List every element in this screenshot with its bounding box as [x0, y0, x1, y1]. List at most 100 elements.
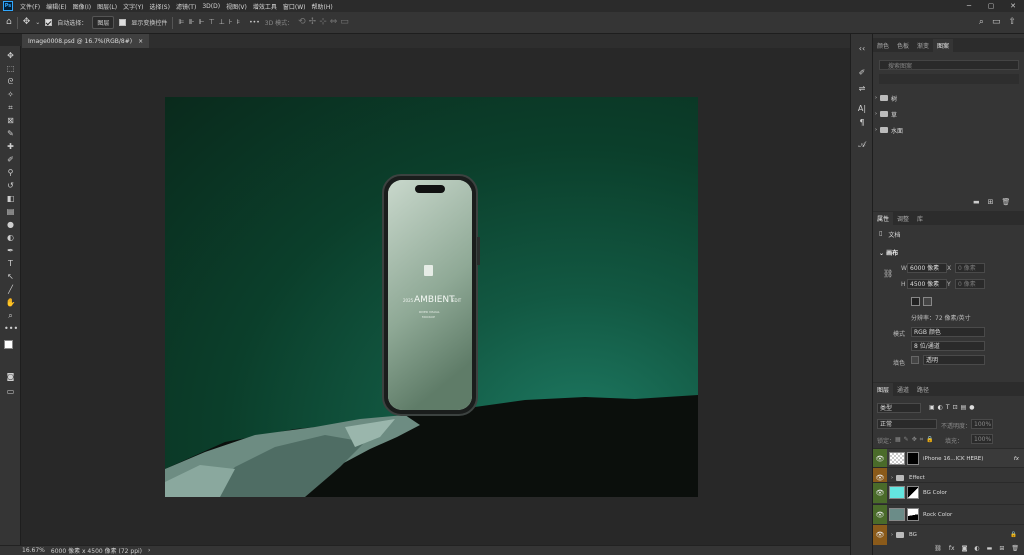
new-pattern-icon[interactable]: ⊞ [988, 198, 994, 206]
eyedropper-icon[interactable]: ✎ [4, 128, 17, 139]
menu-image[interactable]: 图像(I) [70, 2, 94, 11]
maximize-button[interactable]: ▢ [980, 2, 1002, 10]
tab-gradients[interactable]: 渐变 [913, 39, 933, 52]
pen-tool-icon[interactable]: ✒ [4, 245, 17, 256]
fill-swatch[interactable] [911, 356, 919, 364]
depth-dropdown[interactable]: 8 位/通道 [911, 341, 985, 351]
tab-layers[interactable]: 图层 [873, 383, 894, 396]
glyphs-icon[interactable]: 𝒜 [856, 140, 868, 150]
menu-plugins[interactable]: 增效工具 [250, 2, 280, 11]
expand-arrow-icon[interactable]: › [891, 532, 893, 538]
visibility-eye-icon[interactable]: 👁 [873, 448, 887, 469]
menu-help[interactable]: 帮助(H) [309, 2, 336, 11]
expand-arrow-icon[interactable]: › [891, 475, 893, 481]
fx-badge[interactable]: fx [1014, 456, 1024, 462]
tab-channels[interactable]: 通道 [893, 383, 913, 396]
add-style-icon[interactable]: fx [949, 545, 955, 552]
crop-tool-icon[interactable]: ⌗ [4, 102, 17, 113]
quick-mask-icon[interactable]: ◙ [4, 371, 17, 382]
menu-3d[interactable]: 3D(D) [199, 3, 223, 10]
new-group-icon[interactable]: ▬ [987, 545, 993, 552]
y-field[interactable]: 0 像素 [955, 279, 985, 289]
menu-filter[interactable]: 滤镜(T) [173, 2, 199, 11]
visibility-eye-icon[interactable]: 👁 [873, 482, 887, 503]
pattern-folder[interactable]: › 草 [875, 107, 1023, 121]
foreground-color[interactable] [4, 340, 13, 349]
menu-type[interactable]: 文字(Y) [120, 2, 146, 11]
menu-edit[interactable]: 编辑(E) [43, 2, 69, 11]
layer-row[interactable]: 👁 iPhone 16...ICK HERE) fx [873, 448, 1024, 469]
align-icons[interactable]: ⊫⊪⊩⊤⊥⊦⊧ [178, 19, 244, 26]
tab-patterns[interactable]: 图案 [933, 39, 954, 52]
tab-adjustments[interactable]: 调整 [893, 212, 913, 225]
lasso-tool-icon[interactable]: ᘓ [4, 76, 17, 87]
adjust-sliders-icon[interactable]: ⇌ [856, 84, 868, 93]
canvas-section-header[interactable]: ⌄ 画布 [879, 248, 898, 257]
document-canvas[interactable]: 2025 AMBIENT EDIT RIVER VISUAL MOCKUP [165, 97, 698, 497]
tab-swatches[interactable]: 色板 [893, 39, 913, 52]
shape-tool-icon[interactable]: ╱ [4, 284, 17, 295]
lock-icons[interactable]: ▦✎✥⌗🔒 [895, 436, 937, 444]
type-tool-icon[interactable]: T [4, 258, 17, 269]
color-swatches[interactable] [2, 338, 19, 354]
hand-tool-icon[interactable]: ✋ [4, 297, 17, 308]
path-select-icon[interactable]: ↖ [4, 271, 17, 282]
menu-layer[interactable]: 图层(L) [94, 2, 120, 11]
3d-mode-icons[interactable]: ⟲✢⊹⇔▭ [298, 18, 352, 27]
x-field[interactable]: 0 像素 [955, 263, 985, 273]
auto-select-dropdown[interactable]: 图层 [92, 16, 115, 29]
adjustment-layer-icon[interactable]: ◐ [974, 545, 979, 552]
auto-select-checkbox[interactable] [45, 19, 53, 26]
delete-layer-icon[interactable]: 🗑 [1011, 545, 1019, 552]
close-tab-button[interactable]: × [138, 38, 143, 45]
zoom-tool-icon[interactable]: ⌕ [4, 310, 17, 321]
mode-dropdown[interactable]: RGB 颜色 [911, 327, 985, 337]
workspace-icon[interactable]: ▭ [992, 18, 1001, 27]
tab-properties[interactable]: 属性 [873, 212, 894, 225]
eraser-tool-icon[interactable]: ◧ [4, 193, 17, 204]
dodge-tool-icon[interactable]: ◐ [4, 232, 17, 243]
search-icon[interactable]: ⌕ [979, 18, 984, 27]
healing-brush-icon[interactable]: ✚ [4, 141, 17, 152]
status-menu-arrow[interactable]: › [148, 547, 150, 554]
add-mask-icon[interactable]: ◙ [962, 545, 968, 552]
character-icon[interactable]: A| [856, 104, 868, 113]
pattern-slider[interactable] [879, 74, 1019, 84]
document-tab[interactable]: Image0008.psd @ 16.7%(RGB/8#) × [22, 34, 150, 48]
home-icon[interactable]: ⌂ [6, 18, 12, 27]
frame-tool-icon[interactable]: ⊠ [4, 115, 17, 126]
menu-window[interactable]: 窗口(W) [280, 2, 309, 11]
close-window-button[interactable]: ✕ [1002, 2, 1024, 10]
blend-mode-dropdown[interactable]: 正常 [877, 419, 937, 429]
menu-view[interactable]: 视图(V) [223, 2, 250, 11]
landscape-button[interactable] [923, 297, 932, 306]
link-layers-icon[interactable]: ⛓ [934, 545, 942, 552]
tab-libraries[interactable]: 库 [913, 212, 927, 225]
screen-mode-icon[interactable]: ▭ [4, 386, 17, 397]
blur-tool-icon[interactable]: ● [4, 219, 17, 230]
layer-row[interactable]: 👁 BG Color [873, 482, 1024, 503]
paragraph-icon[interactable]: ¶ [856, 118, 868, 127]
more-tools-icon[interactable]: ••• [4, 323, 18, 334]
show-transform-checkbox[interactable] [119, 19, 127, 26]
zoom-level[interactable]: 16.67% [22, 547, 45, 554]
share-icon[interactable]: ⇧ [1008, 18, 1016, 27]
chevron-down-icon[interactable]: ⌄ [35, 19, 40, 26]
height-field[interactable]: 4500 像素 [907, 279, 947, 289]
opacity-field[interactable]: 100% [971, 419, 993, 429]
move-tool-icon[interactable]: ✥ [4, 50, 17, 61]
menu-file[interactable]: 文件(F) [17, 2, 43, 11]
new-folder-icon[interactable]: ▬ [973, 198, 980, 206]
width-field[interactable]: 6000 像素 [907, 263, 947, 273]
collapse-arrows-icon[interactable]: ‹‹ [856, 44, 868, 53]
visibility-eye-icon[interactable]: 👁 [873, 504, 887, 525]
more-options-button[interactable]: ••• [249, 19, 260, 26]
delete-icon[interactable]: 🗑 [1002, 198, 1011, 206]
gradient-tool-icon[interactable]: ▤ [4, 206, 17, 217]
portrait-button[interactable] [911, 297, 920, 306]
menu-select[interactable]: 选择(S) [146, 2, 173, 11]
tab-color[interactable]: 颜色 [873, 39, 893, 52]
tab-paths[interactable]: 路径 [913, 383, 933, 396]
brush-settings-icon[interactable]: ✐ [856, 68, 868, 77]
history-brush-icon[interactable]: ↺ [4, 180, 17, 191]
